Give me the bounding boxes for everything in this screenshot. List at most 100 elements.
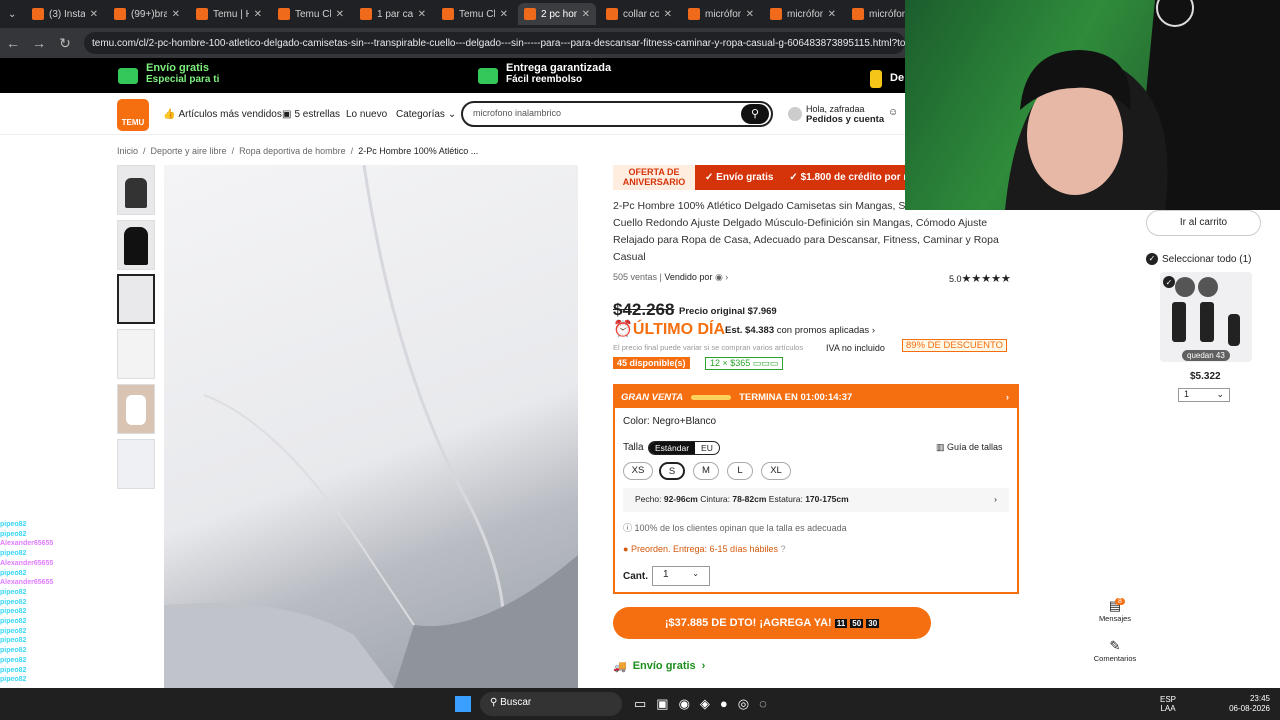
tab-list-button[interactable]: ⌄ (2, 3, 24, 25)
close-icon[interactable]: ✕ (418, 9, 426, 20)
browser-tab[interactable]: Temu Chi ✕ (272, 3, 350, 25)
select-all[interactable]: ✓ Seleccionar todo (1) (1146, 253, 1252, 265)
windows-start-icon[interactable] (455, 696, 471, 712)
close-icon[interactable]: ✕ (664, 9, 672, 20)
browser-tab[interactable]: micrófono ✕ (764, 3, 842, 25)
search-input[interactable]: microfono inalambrico ⚲ (461, 101, 773, 127)
crumb-home[interactable]: Inicio (117, 146, 138, 156)
close-icon[interactable]: ✕ (746, 9, 754, 20)
comments-button[interactable]: ✎ Comentarios (1093, 638, 1137, 663)
size-s[interactable]: S (659, 462, 685, 480)
sold-by[interactable]: Vendido por (664, 272, 712, 282)
help-icon[interactable]: ? (781, 544, 786, 554)
sale-progress (691, 394, 732, 400)
cart-qty-select[interactable]: 1 ⌄ (1178, 388, 1230, 402)
close-icon[interactable]: ✕ (500, 9, 508, 20)
size-xs[interactable]: XS (623, 462, 653, 480)
search-icon[interactable]: ⚲ (741, 104, 769, 124)
chat-line: pipeo82 (0, 598, 165, 608)
back-icon[interactable]: ← (0, 35, 26, 51)
size-l[interactable]: L (727, 462, 753, 480)
close-icon[interactable]: ✕ (172, 9, 180, 20)
clock[interactable]: 23:45 06-08-2026 (1225, 694, 1270, 714)
chat-line: pipeo82 (0, 607, 165, 617)
thumbnail-3[interactable] (117, 274, 155, 324)
address-bar-row: ← → ↻ temu.com/cl/2-pc-hombre-100-atleti… (0, 28, 905, 58)
nav-five-stars[interactable]: ▣ 5 estrellas (282, 109, 340, 120)
go-to-cart-button[interactable]: Ir al carrito (1146, 210, 1261, 236)
browser-tab[interactable]: (99+)brah ✕ (108, 3, 186, 25)
promo-third[interactable]: De (870, 62, 904, 88)
reload-icon[interactable]: ↻ (52, 35, 78, 52)
cart-item-image[interactable]: ✓ quedan 43 (1160, 272, 1252, 362)
size-measures[interactable]: Pecho: 92-96cm Cintura: 78-82cm Estatura… (623, 488, 1009, 512)
thumbnail-5[interactable] (117, 384, 155, 434)
product-main-image[interactable] (164, 165, 578, 688)
browser-tab[interactable]: Temu Chi ✕ (436, 3, 514, 25)
nav-categories[interactable]: Categorías ⌄ (396, 109, 456, 120)
favicon-icon (196, 8, 208, 20)
browser-tab[interactable]: Temu | Hi ✕ (190, 3, 268, 25)
measure-label: Cintura: (700, 494, 731, 504)
close-icon[interactable]: ✕ (582, 9, 590, 20)
select-all-label: Seleccionar todo (1) (1162, 253, 1252, 265)
size-xl[interactable]: XL (761, 462, 791, 480)
messages-button[interactable]: ▤ 8 Mensajes (1095, 598, 1135, 623)
browser-tab[interactable]: 2 pc homb ✕ (518, 3, 596, 25)
browser-tab[interactable]: 1 par calc ✕ (354, 3, 432, 25)
cart-qty-value: 1 (1184, 389, 1190, 399)
size-system-toggle[interactable]: Estándar EU (648, 441, 720, 455)
nav-label: Categorías (396, 109, 445, 120)
close-icon[interactable]: ✕ (254, 9, 262, 20)
chat-user: pipeo82 (0, 608, 27, 616)
promo-guarantee[interactable]: Entrega garantizada Fácil reembolso (478, 62, 611, 85)
sales-count: 505 ventas (613, 272, 658, 282)
language-indicator[interactable]: ESP LAA (1160, 695, 1176, 713)
crumb-sports[interactable]: Deporte y aire libre (151, 146, 227, 156)
preorder-note: ● Preorden. Entrega: 6-15 días hábiles ? (623, 544, 786, 554)
size-eu[interactable]: EU (695, 442, 719, 454)
size-guide[interactable]: ▥ Guía de tallas (936, 442, 1003, 453)
taskbar-apps[interactable]: ▭▣◉◈●◎◌ (634, 696, 777, 712)
promo-free-shipping[interactable]: Envío gratis Especial para ti (118, 62, 219, 85)
browser-tab[interactable]: (3) Instag ✕ (26, 3, 104, 25)
thumbnail-2[interactable] (117, 220, 155, 270)
estimate[interactable]: Est. $4.383 con promos aplicadas › (725, 325, 875, 336)
browser-tab[interactable]: micrófono ✕ (682, 3, 760, 25)
tab-title: 1 par calc (377, 8, 413, 20)
size-std[interactable]: Estándar (649, 442, 696, 454)
cart-item-price: $5.322 (1190, 371, 1221, 382)
thumbnail-6[interactable] (117, 439, 155, 489)
add-to-cart-button[interactable]: ¡$37.885 DE DTO! ¡AGREGA YA! 11 50 30 (613, 607, 931, 639)
browser-tab[interactable]: collar colg ✕ (600, 3, 678, 25)
nav-best-sellers[interactable]: 👍 Artículos más vendidos (163, 109, 282, 120)
taskbar-search[interactable]: ⚲ Buscar (480, 692, 622, 716)
crumb-sportswear[interactable]: Ropa deportiva de hombre (239, 146, 346, 156)
breadcrumb: Inicio / Deporte y aire libre / Ropa depor… (117, 146, 479, 156)
thumbnail-1[interactable] (117, 165, 155, 215)
greeting: Hola, zafradaa (806, 104, 865, 114)
nav-label: Lo nuevo (346, 109, 388, 120)
promo-bar: Envío gratis Especial para ti Entrega gar… (0, 58, 905, 93)
benefit-bar[interactable]: ✓ Envío gratis ✓ $1.800 de crédito por r… (695, 165, 910, 190)
nav-new[interactable]: Lo nuevo (346, 109, 387, 120)
sale-header[interactable]: GRAN VENTA TERMINA EN 01:00:14:37 › (615, 386, 1017, 408)
installments-badge[interactable]: 12 × $365 ▭▭▭ (705, 357, 784, 370)
close-icon[interactable]: ✕ (336, 9, 344, 20)
check-icon: ✓ (1146, 253, 1158, 265)
chat-user: Alexander65655 (0, 540, 54, 548)
size-m[interactable]: M (693, 462, 719, 480)
account-menu[interactable]: Hola, zafradaa Pedidos y cuenta (788, 104, 884, 125)
support-icon[interactable]: ☺ (888, 107, 898, 118)
temu-logo[interactable]: TEMU (117, 99, 149, 131)
close-icon[interactable]: ✕ (90, 9, 98, 20)
close-icon[interactable]: ✕ (828, 9, 836, 20)
svg-text:✓: ✓ (1166, 278, 1173, 287)
qty-select[interactable]: 1 ⌄ (652, 566, 710, 586)
url-field[interactable]: temu.com/cl/2-pc-hombre-100-atletico-del… (84, 32, 905, 54)
forward-icon[interactable]: → (26, 35, 52, 51)
free-shipping-link[interactable]: 🚚 Envío gratis › (613, 660, 705, 673)
thumbnail-4[interactable] (117, 329, 155, 379)
chevron-down-icon: ⌄ (1216, 389, 1224, 399)
rating[interactable]: 5.0★★★★★ (949, 272, 1011, 285)
